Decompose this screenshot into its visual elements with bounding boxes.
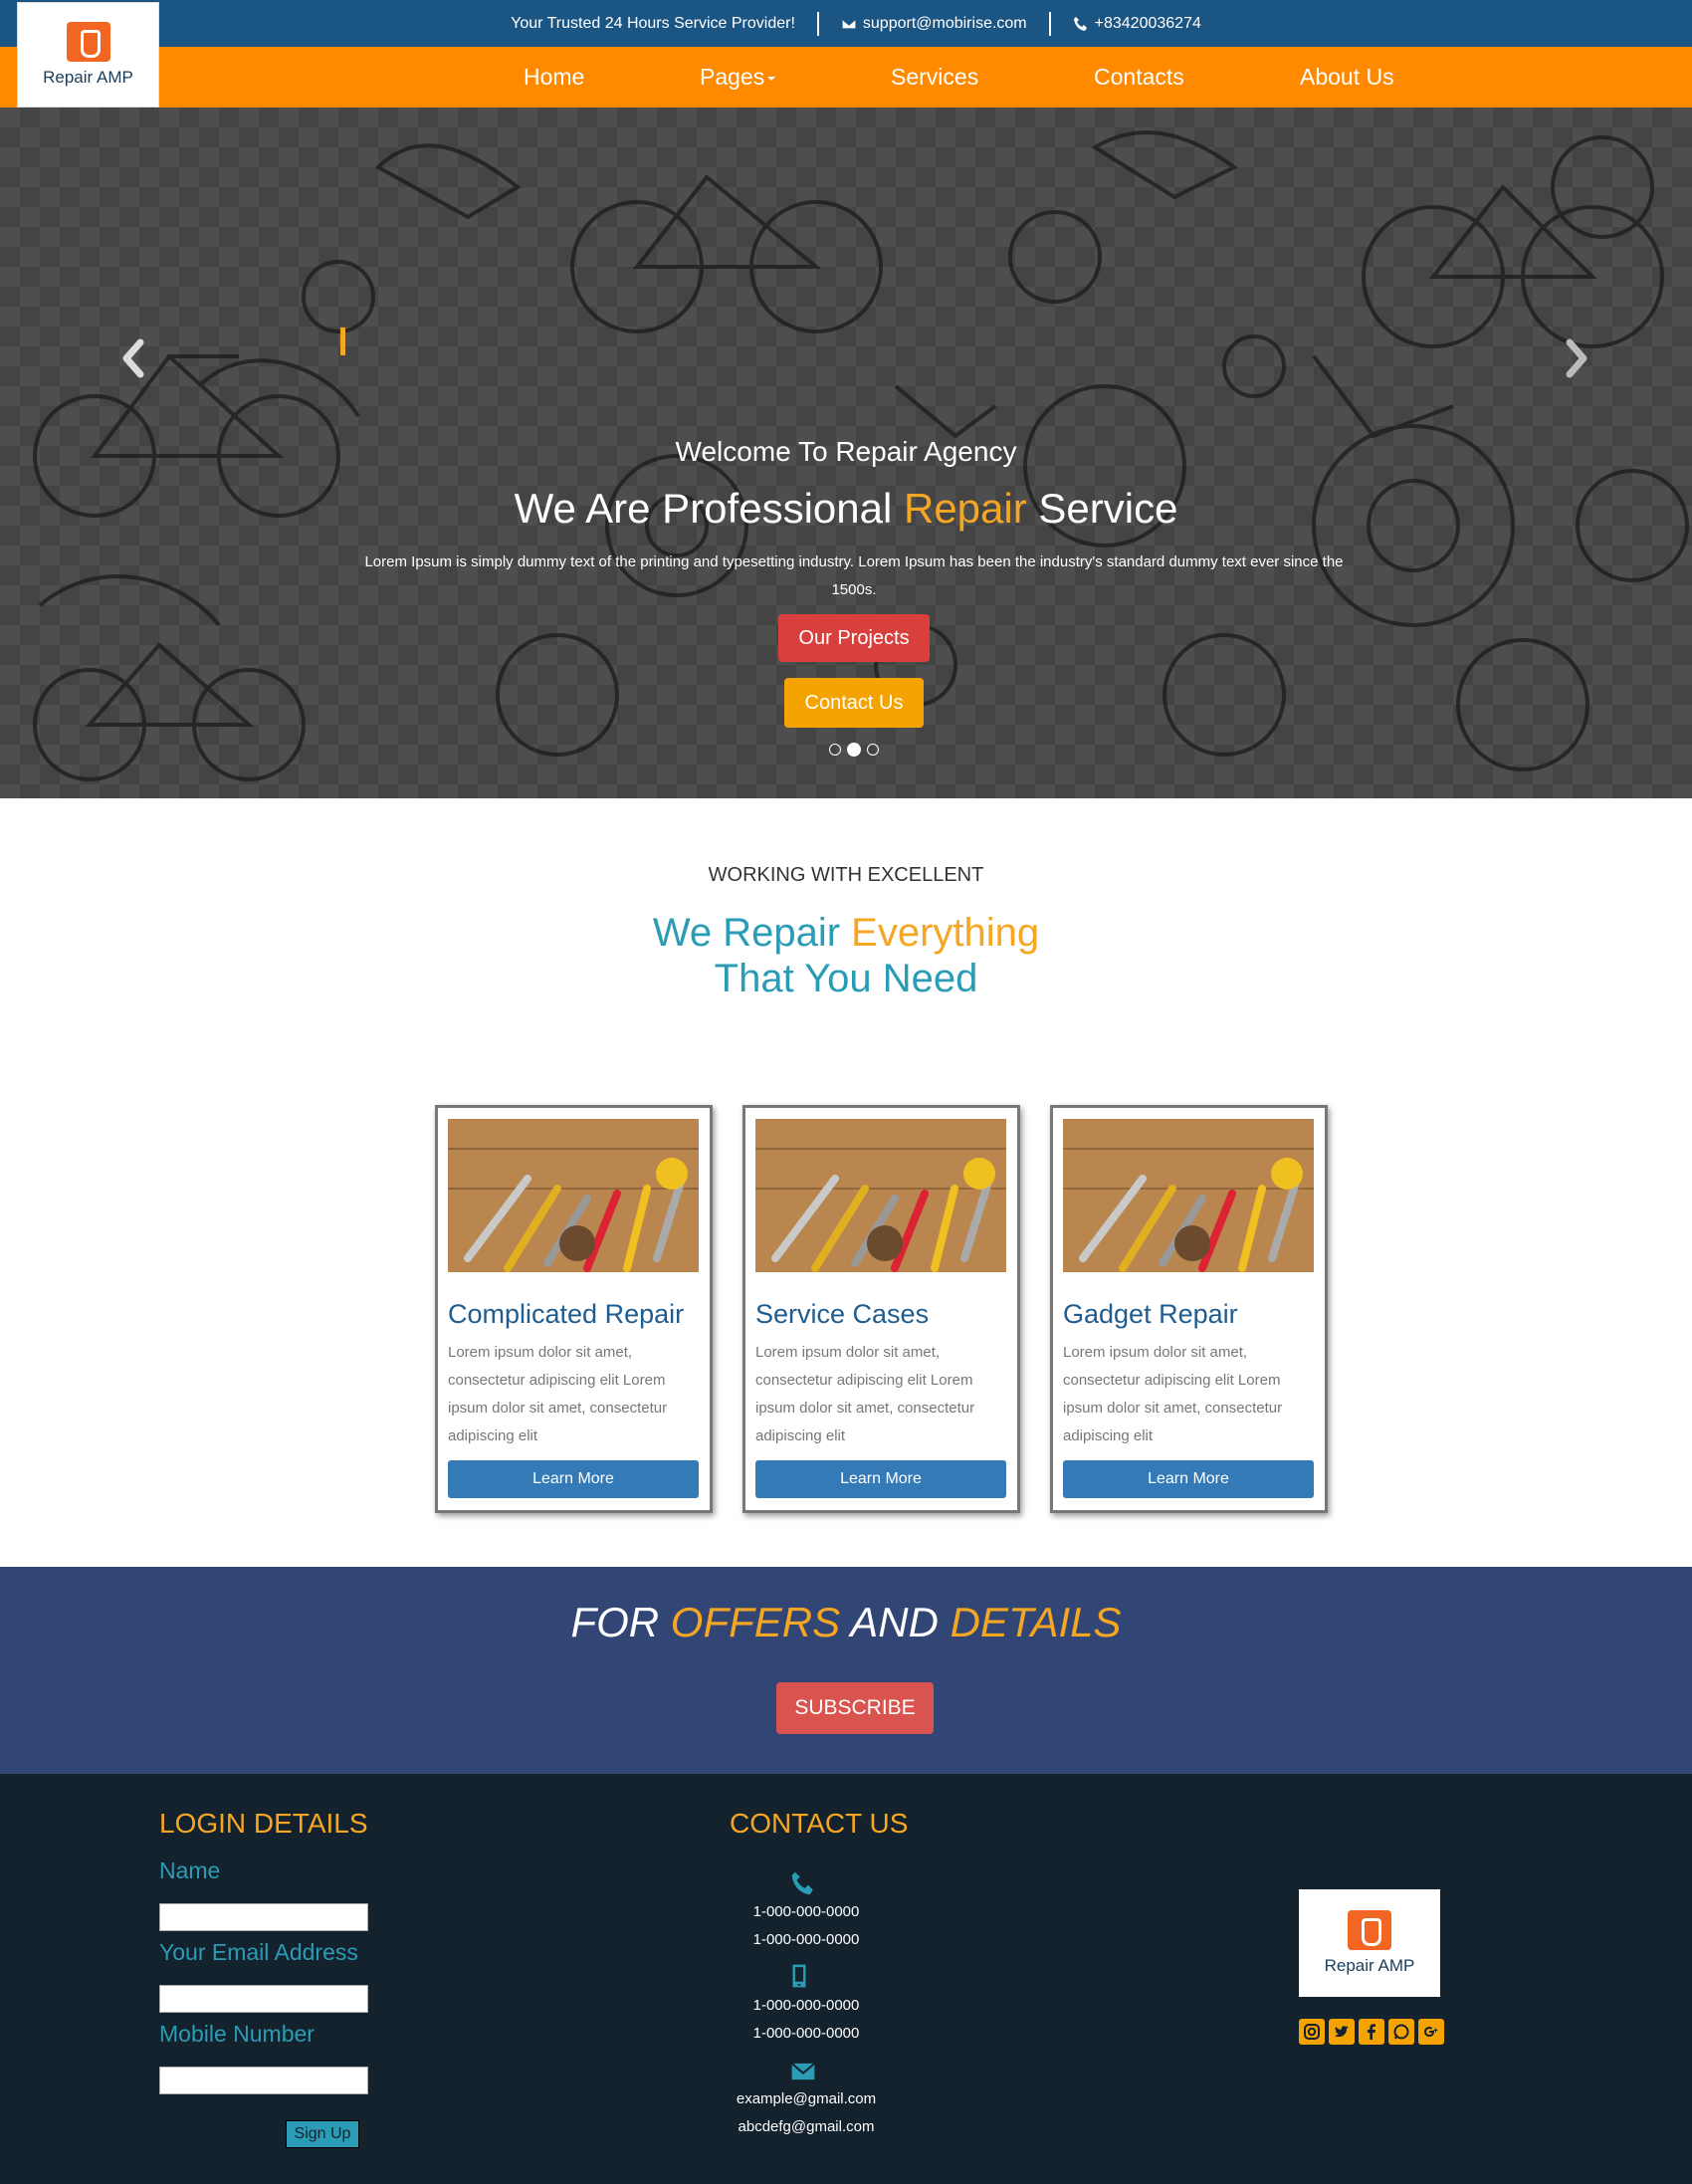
tools-image xyxy=(755,1119,1006,1272)
divider xyxy=(1048,11,1051,36)
whatsapp-icon[interactable] xyxy=(1388,2019,1414,2045)
sign-up-button[interactable]: Sign Up xyxy=(286,2120,359,2148)
carousel-indicators xyxy=(829,743,879,757)
nav-about-us[interactable]: About Us xyxy=(1300,64,1394,91)
tools-image xyxy=(1063,1119,1314,1272)
phone-number: 1-000-000-0000 xyxy=(752,1903,860,1920)
nav-services[interactable]: Services xyxy=(891,64,978,91)
wrench-hand-icon xyxy=(66,22,110,62)
caret-down-icon xyxy=(767,76,776,81)
tools-image xyxy=(448,1119,699,1272)
learn-more-button[interactable]: Learn More xyxy=(1063,1460,1314,1498)
service-card: Complicated Repair Lorem ipsum dolor sit… xyxy=(435,1105,713,1513)
wrench-hand-icon xyxy=(1348,1910,1391,1950)
email-address[interactable]: example@gmail.com xyxy=(697,2090,916,2107)
footer: LOGIN DETAILS Name Your Email Address Mo… xyxy=(0,1774,1692,2184)
phone-link[interactable]: +83420036274 xyxy=(1073,15,1201,33)
envelope-icon xyxy=(841,17,857,30)
service-card: Gadget Repair Lorem ipsum dolor sit amet… xyxy=(1050,1105,1328,1513)
name-field[interactable] xyxy=(159,1903,368,1931)
carousel-dot-1[interactable] xyxy=(829,744,841,756)
tagline: Your Trusted 24 Hours Service Provider! xyxy=(511,14,795,32)
email-text: support@mobirise.com xyxy=(862,14,1027,32)
brand-logo[interactable]: Repair AMP xyxy=(17,2,159,108)
contact-us-button[interactable]: Contact Us xyxy=(784,678,924,728)
name-label: Name xyxy=(159,1857,221,1883)
mobile-field[interactable] xyxy=(159,2067,368,2094)
nav-contacts[interactable]: Contacts xyxy=(1094,64,1184,91)
card-text: Lorem ipsum dolor sit amet, consectetur … xyxy=(1063,1344,1283,1444)
chevron-left-icon xyxy=(122,338,144,378)
top-info-bar: Your Trusted 24 Hours Service Provider! … xyxy=(0,0,1692,47)
hero-title: We Are Professional Repair Service xyxy=(514,485,1178,532)
card-text: Lorem ipsum dolor sit amet, consectetur … xyxy=(448,1344,668,1444)
hero-welcome: Welcome To Repair Agency xyxy=(675,436,1017,467)
email-link[interactable]: support@mobirise.com xyxy=(841,15,1027,33)
carousel-dot-3[interactable] xyxy=(867,744,879,756)
our-projects-button[interactable]: Our Projects xyxy=(778,614,930,662)
email-address[interactable]: abcdefg@gmail.com xyxy=(697,2118,916,2135)
instagram-icon[interactable] xyxy=(1299,2019,1325,2045)
envelope-icon xyxy=(790,2059,816,2084)
phone-icon xyxy=(1073,16,1087,31)
carousel-dot-2[interactable] xyxy=(847,743,861,757)
nav-pages-label: Pages xyxy=(700,64,765,90)
email-label: Your Email Address xyxy=(159,1939,358,1965)
text-cursor-accent xyxy=(340,328,345,355)
phone-text: +83420036274 xyxy=(1094,14,1201,32)
offers-title: FOR OFFERS AND DETAILS xyxy=(570,1599,1122,1645)
carousel-prev[interactable] xyxy=(112,328,152,388)
section-title: We Repair Everything That You Need xyxy=(652,911,1040,1000)
card-text: Lorem ipsum dolor sit amet, consectetur … xyxy=(755,1344,975,1444)
subscribe-button[interactable]: SUBSCRIBE xyxy=(776,1682,934,1734)
mobile-number: 1-000-000-0000 xyxy=(752,2025,860,2042)
mobile-number: 1-000-000-0000 xyxy=(752,1997,860,2014)
google-plus-icon[interactable] xyxy=(1418,2019,1444,2045)
hero-description: Lorem Ipsum is simply dummy text of the … xyxy=(364,553,1344,598)
phone-icon xyxy=(790,1870,816,1896)
main-navbar: Home Pages Services Contacts About Us xyxy=(0,47,1692,108)
learn-more-button[interactable]: Learn More xyxy=(755,1460,1006,1498)
twitter-icon[interactable] xyxy=(1329,2019,1355,2045)
card-title: Complicated Repair xyxy=(448,1299,685,1329)
mobile-label: Mobile Number xyxy=(159,2021,315,2047)
service-card: Service Cases Lorem ipsum dolor sit amet… xyxy=(742,1105,1020,1513)
logo-text: Repair AMP xyxy=(1324,1956,1415,1975)
email-field[interactable] xyxy=(159,1985,368,2013)
nav-pages-dropdown[interactable]: Pages xyxy=(700,64,776,91)
social-links xyxy=(1299,2019,1444,2045)
card-title: Gadget Repair xyxy=(1063,1299,1238,1329)
offers-banner: FOR OFFERS AND DETAILS SUBSCRIBE xyxy=(0,1567,1692,1774)
mobile-icon xyxy=(786,1963,812,1989)
login-details-title: LOGIN DETAILS xyxy=(159,1808,368,1839)
section-subtitle: WORKING WITH EXCELLENT xyxy=(708,864,984,886)
footer-logo[interactable]: Repair AMP xyxy=(1299,1889,1440,1997)
divider xyxy=(816,11,819,36)
contact-us-title: CONTACT US xyxy=(730,1808,909,1839)
chevron-right-icon xyxy=(1566,338,1587,378)
facebook-icon[interactable] xyxy=(1359,2019,1384,2045)
logo-text: Repair AMP xyxy=(43,68,133,87)
phone-number: 1-000-000-0000 xyxy=(752,1931,860,1948)
card-title: Service Cases xyxy=(755,1299,930,1329)
learn-more-button[interactable]: Learn More xyxy=(448,1460,699,1498)
carousel-next[interactable] xyxy=(1558,328,1597,388)
nav-home[interactable]: Home xyxy=(524,64,584,91)
